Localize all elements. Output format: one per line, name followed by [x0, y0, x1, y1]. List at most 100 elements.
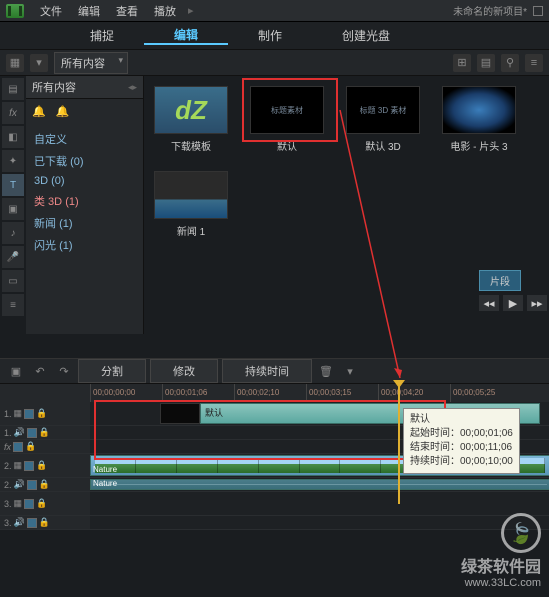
view-icon[interactable]: ▤: [477, 54, 495, 72]
lock-icon[interactable]: 🔒: [36, 498, 47, 509]
track-fx-checkbox[interactable]: [13, 442, 23, 452]
category-header-label: 所有内容: [32, 79, 76, 95]
menu-view[interactable]: 查看: [108, 3, 146, 19]
preview-panel: 片段 ◂◂ ▶ ▸▸: [479, 270, 549, 311]
watermark: 🍃 绿茶软件园 www.33LC.com: [461, 513, 541, 589]
menu-icon[interactable]: ≡: [525, 54, 543, 72]
film-icon: ▦: [14, 408, 23, 419]
media-room-icon[interactable]: ▤: [2, 78, 24, 100]
category-panel: 所有内容 ◂▸ 🔔 🔔 自定义 已下载 (0) 3D (0) 类 3D (1) …: [26, 76, 144, 334]
track-visible-checkbox[interactable]: [24, 409, 34, 419]
trash-icon[interactable]: 🗑: [316, 362, 336, 380]
audio-room-icon[interactable]: ♪: [2, 222, 24, 244]
title-room-icon[interactable]: T: [2, 174, 24, 196]
modify-button[interactable]: 修改: [150, 359, 218, 383]
workspace: ▤ fx ◧ ✦ T ▣ ♪ 🎤 ▭ ≡ 所有内容 ◂▸ 🔔 🔔 自定义 已下载…: [0, 76, 549, 334]
next-frame-button[interactable]: ▸▸: [527, 295, 547, 311]
lock-icon[interactable]: 🔒: [39, 517, 50, 528]
tab-capture[interactable]: 捕捉: [60, 27, 144, 44]
lock-icon[interactable]: 🔒: [25, 441, 36, 452]
window-box-icon[interactable]: [533, 6, 543, 16]
category-header[interactable]: 所有内容 ◂▸: [26, 76, 143, 99]
tl-icon-1[interactable]: ▣: [6, 362, 26, 380]
film-icon: ▦: [14, 498, 23, 509]
track-2-audio-header[interactable]: 2.🔊 🔒: [0, 478, 90, 491]
speaker-icon: 🔊: [14, 427, 25, 438]
mode-tabs: 捕捉 编辑 制作 创建光盘: [0, 22, 549, 50]
search-icon[interactable]: ⚲: [501, 54, 519, 72]
speaker-icon: 🔊: [14, 479, 25, 490]
play-button[interactable]: ▶: [503, 295, 523, 311]
pip-room-icon[interactable]: ◧: [2, 126, 24, 148]
tab-disc[interactable]: 创建光盘: [312, 27, 420, 44]
track-1-header[interactable]: 1.▦ 🔒: [0, 402, 90, 425]
cat-custom[interactable]: 自定义: [30, 128, 139, 150]
more-icon[interactable]: ▾: [340, 362, 360, 380]
cat-downloaded[interactable]: 已下载 (0): [30, 150, 139, 172]
lock-icon[interactable]: 🔒: [36, 460, 47, 471]
chapter-room-icon[interactable]: ▭: [2, 270, 24, 292]
import-icon[interactable]: ⊞: [453, 54, 471, 72]
lock-icon[interactable]: 🔒: [39, 427, 50, 438]
thumb-default[interactable]: 标题素材 默认: [250, 86, 324, 153]
bell-icon[interactable]: 🔔: [32, 105, 46, 118]
tab-produce[interactable]: 制作: [228, 27, 312, 44]
cat-flash[interactable]: 闪光 (1): [30, 234, 139, 256]
tl-redo-icon[interactable]: ↷: [54, 362, 74, 380]
preview-tab-clip[interactable]: 片段: [479, 270, 521, 291]
track-2-audio: 2.🔊 🔒 Nature: [0, 478, 549, 492]
project-title: 未命名的新项目*: [453, 3, 527, 18]
cat-3d[interactable]: 3D (0): [30, 172, 139, 190]
lock-icon[interactable]: 🔒: [36, 408, 47, 419]
cat-like-3d[interactable]: 类 3D (1): [30, 190, 139, 212]
film-icon: ▦: [14, 460, 23, 471]
prev-frame-button[interactable]: ◂◂: [479, 295, 499, 311]
app-logo-icon: [6, 4, 24, 18]
watermark-logo-icon: 🍃: [501, 513, 541, 553]
fx-room-icon[interactable]: fx: [2, 102, 24, 124]
menu-play[interactable]: 播放: [146, 3, 184, 19]
track-visible-checkbox[interactable]: [24, 499, 34, 509]
room-icon[interactable]: ▦: [6, 54, 24, 72]
tab-edit[interactable]: 编辑: [144, 26, 228, 45]
track-2-header[interactable]: 2.▦ 🔒: [0, 454, 90, 477]
subtitle-room-icon[interactable]: ≡: [2, 294, 24, 316]
menu-more-icon[interactable]: ▸: [188, 4, 194, 17]
content-filter-dropdown[interactable]: 所有内容: [54, 52, 128, 74]
thumb-news-1[interactable]: 新闻 1: [154, 171, 228, 238]
thumb-download-template[interactable]: dZ 下载模板: [154, 86, 228, 153]
lock-icon[interactable]: 🔒: [39, 479, 50, 490]
track-3-audio-header[interactable]: 3.🔊 🔒: [0, 516, 90, 529]
collapse-icon[interactable]: ◂▸: [128, 82, 137, 93]
bell-new-icon[interactable]: 🔔: [56, 105, 70, 118]
split-button[interactable]: 分割: [78, 359, 146, 383]
timeline-toolbar: ▣ ↶ ↷ 分割 修改 持续时间 🗑 ▾: [0, 358, 549, 384]
category-list: 自定义 已下载 (0) 3D (0) 类 3D (1) 新闻 (1) 闪光 (1…: [26, 124, 143, 260]
track-fx-header[interactable]: fx 🔒: [0, 440, 90, 453]
menu-file[interactable]: 文件: [32, 3, 70, 19]
transition-room-icon[interactable]: ▣: [2, 198, 24, 220]
clip-nature-audio[interactable]: Nature: [90, 479, 549, 490]
cat-news[interactable]: 新闻 (1): [30, 212, 139, 234]
clip-tooltip: 默认 起始时间：00;00;01;06 结束时间：00;00;11;06 持续时…: [403, 408, 520, 474]
clip-black[interactable]: [160, 403, 200, 424]
track-audible-checkbox[interactable]: [27, 480, 37, 490]
thumb-default-3d[interactable]: 标题 3D 素材 默认 3D: [346, 86, 420, 153]
particle-room-icon[interactable]: ✦: [2, 150, 24, 172]
track-1-audio-header[interactable]: 1.🔊 🔒: [0, 426, 90, 439]
chevron-icon[interactable]: ▾: [30, 54, 48, 72]
timeline-ruler[interactable]: 00;00;00;00 00;00;01;06 00;00;02;10 00;0…: [0, 384, 549, 402]
playhead[interactable]: [398, 384, 400, 504]
track-audible-checkbox[interactable]: [27, 428, 37, 438]
track-3-header[interactable]: 3.▦ 🔒: [0, 492, 90, 515]
tl-undo-icon[interactable]: ↶: [30, 362, 50, 380]
thumb-movie-intro-3[interactable]: 电影 - 片头 3: [442, 86, 516, 153]
voice-room-icon[interactable]: 🎤: [2, 246, 24, 268]
duration-button[interactable]: 持续时间: [222, 359, 312, 383]
room-toolbar: ▤ fx ◧ ✦ T ▣ ♪ 🎤 ▭ ≡: [0, 76, 26, 334]
menu-edit[interactable]: 编辑: [70, 3, 108, 19]
track-audible-checkbox[interactable]: [27, 518, 37, 528]
track-visible-checkbox[interactable]: [24, 461, 34, 471]
speaker-icon: 🔊: [14, 517, 25, 528]
category-icons: 🔔 🔔: [26, 99, 143, 124]
